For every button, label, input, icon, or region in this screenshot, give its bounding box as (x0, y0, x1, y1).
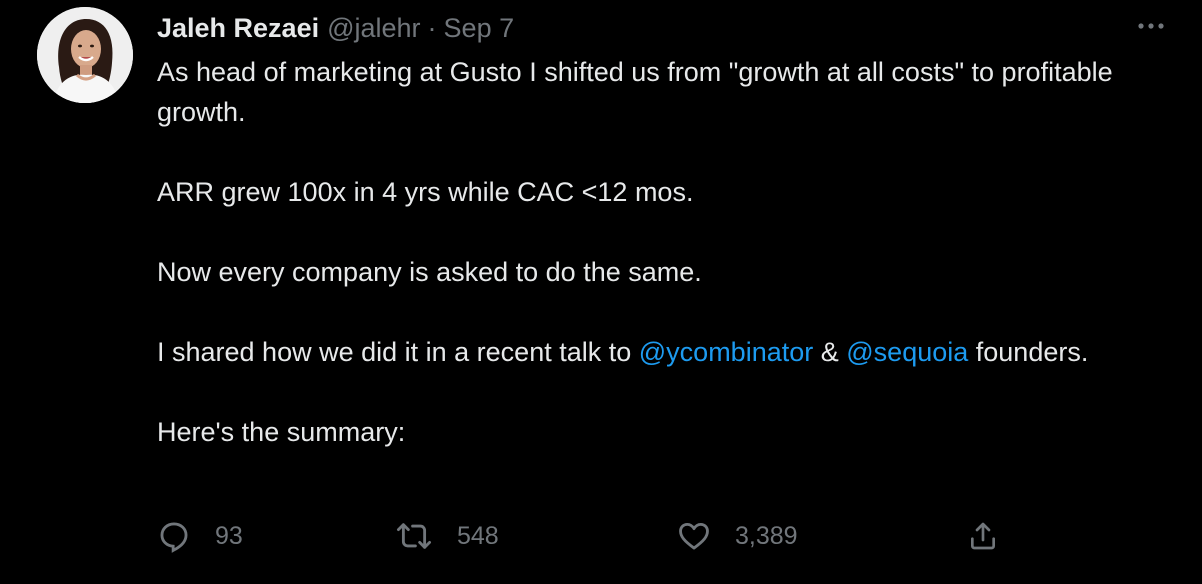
author-display-name[interactable]: Jaleh Rezaei (157, 13, 319, 44)
tweet-text-segment: founders. (968, 337, 1089, 367)
tweet-text-segment: & (813, 337, 847, 367)
mention-link[interactable]: @sequoia (846, 337, 968, 367)
tweet-paragraph: Here's the summary: (157, 412, 1167, 452)
tweet-actions: 93 548 3,389 (157, 512, 1017, 560)
tweet[interactable]: Jaleh Rezaei @jalehr · Sep 7 As head of … (0, 0, 1202, 584)
tweet-text: As head of marketing at Gusto I shifted … (157, 52, 1167, 452)
avatar[interactable] (37, 7, 133, 103)
reply-count: 93 (215, 521, 243, 550)
reply-button[interactable]: 93 (157, 512, 243, 560)
like-count: 3,389 (735, 521, 798, 550)
tweet-paragraph: ARR grew 100x in 4 yrs while CAC <12 mos… (157, 172, 1167, 212)
tweet-text-segment: Now every company is asked to do the sam… (157, 257, 702, 287)
tweet-date[interactable]: Sep 7 (444, 13, 515, 44)
tweet-paragraph: Now every company is asked to do the sam… (157, 252, 1167, 292)
retweet-button[interactable]: 548 (395, 512, 499, 560)
like-button[interactable]: 3,389 (677, 512, 798, 560)
mention-link[interactable]: @ycombinator (639, 337, 813, 367)
reply-icon (160, 522, 188, 553)
avatar-image (37, 7, 133, 103)
more-options-button[interactable] (1134, 14, 1168, 38)
author-handle[interactable]: @jalehr (327, 13, 420, 44)
share-icon (971, 522, 995, 550)
share-button[interactable] (967, 512, 999, 560)
tweet-text-segment: I shared how we did it in a recent talk … (157, 337, 639, 367)
retweet-icon (396, 523, 431, 549)
tweet-text-segment: As head of marketing at Gusto I shifted … (157, 57, 1113, 127)
heart-icon (679, 522, 709, 550)
header-separator: · (427, 12, 437, 43)
tweet-text-segment: Here's the summary: (157, 417, 406, 447)
tweet-paragraph: I shared how we did it in a recent talk … (157, 332, 1167, 372)
more-icon (1138, 23, 1164, 29)
retweet-count: 548 (457, 521, 499, 550)
tweet-paragraph: As head of marketing at Gusto I shifted … (157, 52, 1167, 132)
tweet-text-segment: ARR grew 100x in 4 yrs while CAC <12 mos… (157, 177, 694, 207)
tweet-header: Jaleh Rezaei @jalehr · Sep 7 (157, 10, 514, 46)
